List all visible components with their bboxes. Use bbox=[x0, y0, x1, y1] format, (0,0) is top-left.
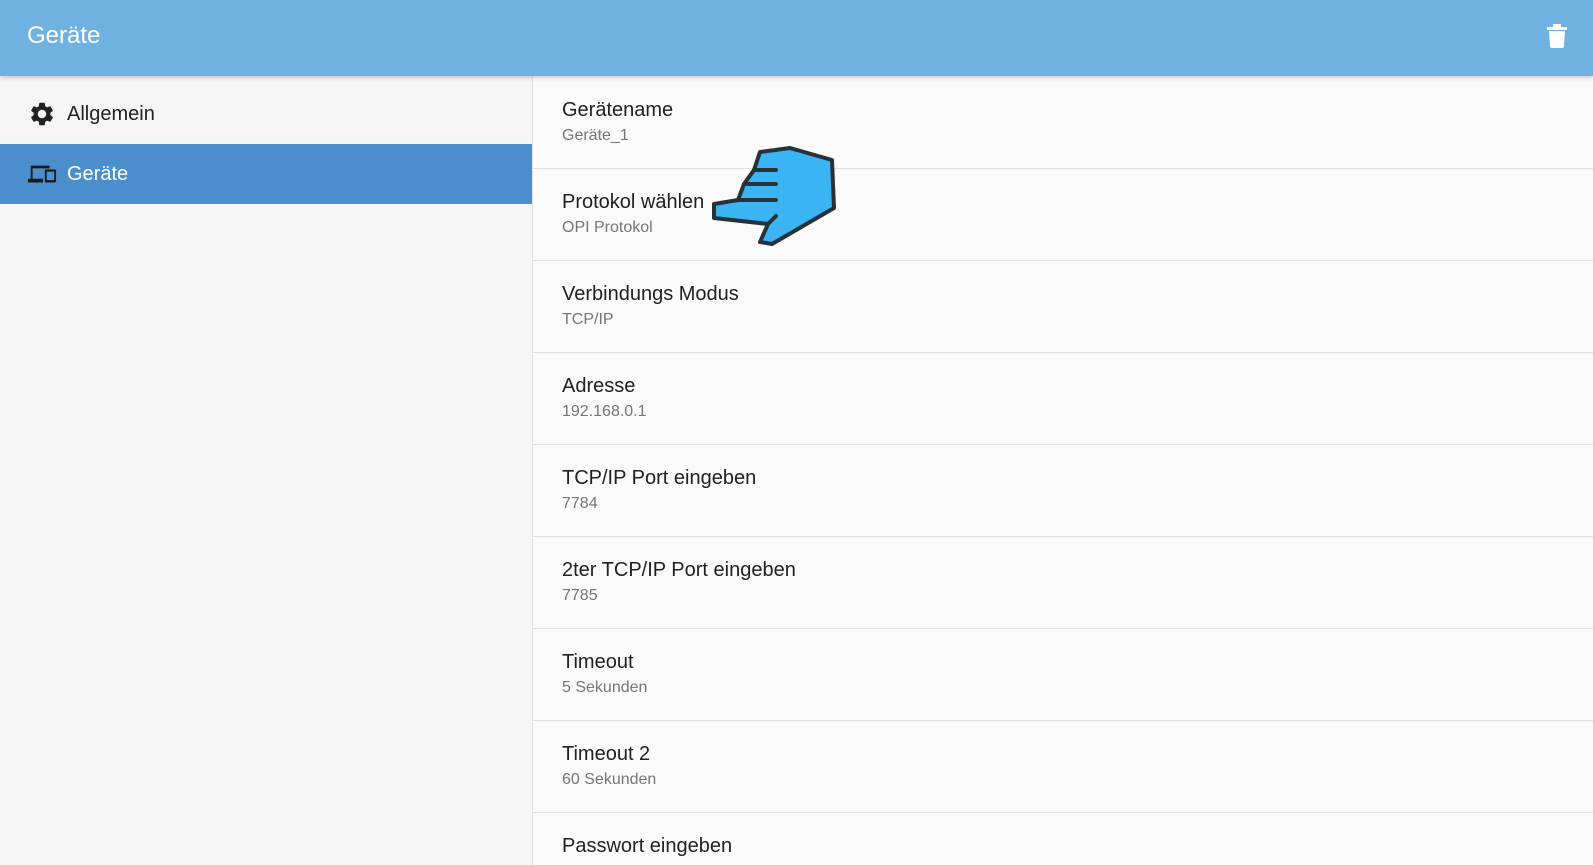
pref-summary: 5 Sekunden bbox=[562, 679, 648, 696]
pref-title: Protokol wählen bbox=[562, 191, 705, 213]
pref-summary: 7784 bbox=[562, 495, 598, 512]
pref-title: 2ter TCP/IP Port eingeben bbox=[562, 559, 796, 581]
sidebar-item-label: Allgemein bbox=[67, 103, 155, 125]
pref-timeout[interactable]: Timeout 5 Sekunden bbox=[533, 628, 1593, 721]
pref-protokol[interactable]: Protokol wählen OPI Protokol bbox=[533, 168, 1593, 261]
pref-summary: 192.168.0.1 bbox=[562, 403, 647, 420]
pref-passwort[interactable]: Passwort eingeben bbox=[533, 812, 1593, 865]
gear-icon bbox=[27, 99, 57, 129]
pref-title: Adresse bbox=[562, 375, 636, 397]
pref-timeout-2[interactable]: Timeout 2 60 Sekunden bbox=[533, 720, 1593, 813]
pref-summary: 60 Sekunden bbox=[562, 771, 657, 788]
pref-title: Verbindungs Modus bbox=[562, 283, 739, 305]
pref-verbindungs-modus[interactable]: Verbindungs Modus TCP/IP bbox=[533, 260, 1593, 353]
pref-second-tcpip-port[interactable]: 2ter TCP/IP Port eingeben 7785 bbox=[533, 536, 1593, 629]
page-title: Geräte bbox=[27, 22, 101, 49]
pref-geraetename[interactable]: Gerätename Geräte_1 bbox=[533, 76, 1593, 169]
sidebar-item-allgemein[interactable]: Allgemein bbox=[0, 84, 532, 144]
trash-icon bbox=[1547, 23, 1567, 53]
pref-title: Passwort eingeben bbox=[562, 835, 733, 857]
pref-summary: TCP/IP bbox=[562, 311, 614, 328]
sidebar-item-label: Geräte bbox=[67, 163, 129, 185]
app-bar: Geräte bbox=[0, 0, 1593, 76]
pointing-hand-icon bbox=[710, 144, 844, 246]
sidebar-item-geraete[interactable]: Geräte bbox=[0, 144, 532, 204]
devices-icon bbox=[27, 159, 57, 189]
pref-tcpip-port[interactable]: TCP/IP Port eingeben 7784 bbox=[533, 444, 1593, 537]
pref-title: Timeout 2 bbox=[562, 743, 651, 765]
preferences-list: Gerätename Geräte_1 Protokol wählen OPI … bbox=[533, 76, 1593, 865]
pref-adresse[interactable]: Adresse 192.168.0.1 bbox=[533, 352, 1593, 445]
pref-summary: Geräte_1 bbox=[562, 127, 629, 144]
delete-button[interactable] bbox=[1535, 16, 1579, 60]
pref-title: Timeout bbox=[562, 651, 634, 673]
pref-summary: 7785 bbox=[562, 587, 598, 604]
pref-title: TCP/IP Port eingeben bbox=[562, 467, 757, 489]
pref-title: Gerätename bbox=[562, 99, 674, 121]
settings-sidebar: Allgemein Geräte bbox=[0, 76, 532, 865]
pref-summary: OPI Protokol bbox=[562, 219, 653, 236]
